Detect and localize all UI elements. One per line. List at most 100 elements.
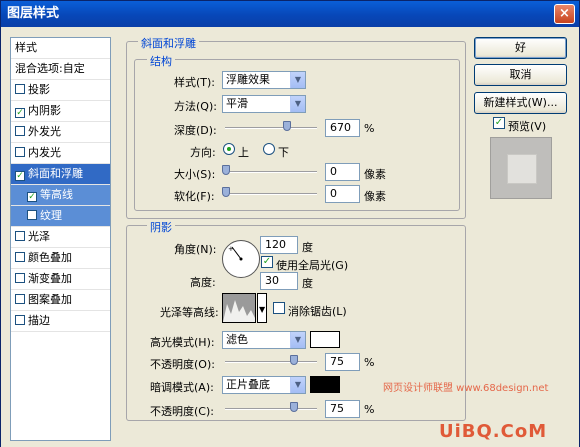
- window-title: 图层样式: [7, 6, 60, 21]
- checkbox-icon[interactable]: [15, 252, 25, 262]
- soften-slider-track[interactable]: [225, 193, 317, 195]
- direction-up-label: 上: [238, 146, 249, 159]
- depth-label: 深度(D):: [174, 124, 217, 137]
- cancel-button[interactable]: 取消: [474, 64, 567, 86]
- preview-label: 预览(V): [508, 120, 547, 133]
- global-light-checkbox[interactable]: ✓: [261, 256, 273, 268]
- technique-select-value: 平滑: [226, 97, 248, 110]
- altitude-unit: 度: [302, 277, 313, 290]
- angle-dial[interactable]: +: [222, 240, 260, 278]
- preview-checkbox[interactable]: ✓: [493, 117, 505, 129]
- soften-slider-thumb[interactable]: [222, 187, 230, 197]
- list-item-inner-glow[interactable]: 内发光: [11, 143, 110, 164]
- ok-button[interactable]: 好: [474, 37, 567, 59]
- style-select[interactable]: 浮雕效果 ▼: [222, 71, 306, 89]
- checkbox-icon[interactable]: [15, 315, 25, 325]
- list-item-label: 内发光: [28, 146, 61, 159]
- list-item-texture[interactable]: 纹理: [11, 206, 110, 227]
- soften-unit: 像素: [364, 190, 386, 203]
- list-item-pattern-overlay[interactable]: 图案叠加: [11, 290, 110, 311]
- size-unit: 像素: [364, 168, 386, 181]
- chevron-down-icon[interactable]: ▼: [290, 96, 305, 112]
- checkbox-icon[interactable]: [15, 231, 25, 241]
- highlight-color-swatch[interactable]: [310, 331, 340, 348]
- watermark-logo-text: UiBQ.CoM: [439, 421, 548, 442]
- chevron-down-icon[interactable]: ▼: [290, 332, 305, 348]
- highlight-opacity-track[interactable]: [225, 361, 317, 363]
- chevron-down-icon[interactable]: ▼: [290, 72, 305, 88]
- list-item-drop-shadow[interactable]: 投影: [11, 80, 110, 101]
- checkbox-icon[interactable]: [15, 273, 25, 283]
- shadow-opacity-track[interactable]: [225, 408, 317, 410]
- angle-unit: 度: [302, 241, 313, 254]
- gloss-contour-label: 光泽等高线:: [160, 306, 219, 319]
- altitude-input[interactable]: 30: [260, 272, 298, 290]
- checkbox-checked-icon[interactable]: ✓: [15, 108, 25, 118]
- size-label: 大小(S):: [174, 168, 216, 181]
- list-item-label: 内阴影: [28, 104, 61, 117]
- shadow-opacity-label: 不透明度(C):: [150, 405, 214, 418]
- list-item-label: 等高线: [40, 188, 73, 201]
- size-input[interactable]: 0: [325, 163, 360, 181]
- list-item-inner-shadow[interactable]: ✓ 内阴影: [11, 101, 110, 122]
- chevron-down-icon[interactable]: ▼: [290, 377, 305, 393]
- svg-text:+: +: [228, 245, 234, 253]
- list-item-contour[interactable]: ✓ 等高线: [11, 185, 110, 206]
- style-list-header[interactable]: 样式: [11, 38, 110, 59]
- direction-label: 方向:: [190, 146, 216, 159]
- list-item-gradient-overlay[interactable]: 渐变叠加: [11, 269, 110, 290]
- list-item-bevel-emboss[interactable]: ✓ 斜面和浮雕: [11, 164, 110, 185]
- new-style-button[interactable]: 新建样式(W)...: [474, 92, 567, 114]
- style-preview-sample: [507, 154, 537, 184]
- shadow-mode-select[interactable]: 正片叠底 ▼: [222, 376, 306, 394]
- checkbox-icon[interactable]: [15, 126, 25, 136]
- close-button[interactable]: ×: [554, 4, 575, 24]
- list-item-blending-options[interactable]: 混合选项:自定: [11, 59, 110, 80]
- shadow-opacity-input[interactable]: 75: [325, 400, 360, 418]
- list-item-label: 纹理: [40, 209, 62, 222]
- checkbox-icon[interactable]: [15, 294, 25, 304]
- list-item-label: 斜面和浮雕: [28, 167, 83, 180]
- shadow-opacity-unit: %: [364, 403, 375, 416]
- contour-picker-button[interactable]: ▼: [257, 293, 267, 323]
- list-item-label: 外发光: [28, 125, 61, 138]
- gloss-contour-preview[interactable]: [222, 293, 256, 323]
- style-label: 样式(T):: [174, 76, 216, 89]
- list-item-color-overlay[interactable]: 颜色叠加: [11, 248, 110, 269]
- checkbox-checked-icon[interactable]: ✓: [15, 171, 25, 181]
- style-select-value: 浮雕效果: [226, 73, 270, 86]
- direction-down-radio[interactable]: [263, 143, 275, 155]
- shadow-mode-value: 正片叠底: [226, 378, 270, 391]
- depth-slider-thumb[interactable]: [282, 121, 291, 131]
- highlight-opacity-thumb[interactable]: [290, 355, 298, 365]
- size-slider-thumb[interactable]: [222, 165, 230, 175]
- size-slider-track[interactable]: [225, 171, 317, 173]
- highlight-opacity-input[interactable]: 75: [325, 353, 360, 371]
- style-preview-swatch: [490, 137, 552, 199]
- title-bar[interactable]: 图层样式 ×: [1, 1, 579, 27]
- list-item-stroke[interactable]: 描边: [11, 311, 110, 332]
- checkbox-icon[interactable]: [27, 210, 37, 220]
- anti-aliased-label: 消除锯齿(L): [288, 305, 347, 318]
- depth-slider-track[interactable]: [225, 127, 317, 129]
- style-list: 样式 混合选项:自定 投影 ✓ 内阴影 外发光 内发光 ✓ 斜面和浮雕 ✓ 等高线 纹…: [10, 37, 111, 441]
- structure-title: 结构: [147, 53, 175, 69]
- list-item-label: 图案叠加: [28, 293, 72, 306]
- depth-input[interactable]: 670: [325, 119, 360, 137]
- watermark-text: 网页设计师联盟 www.68design.net: [383, 383, 549, 394]
- technique-select[interactable]: 平滑 ▼: [222, 95, 306, 113]
- soften-input[interactable]: 0: [325, 185, 360, 203]
- list-item-satin[interactable]: 光泽: [11, 227, 110, 248]
- direction-up-radio[interactable]: [223, 143, 235, 155]
- anti-aliased-checkbox[interactable]: [273, 302, 285, 314]
- shadow-opacity-thumb[interactable]: [290, 402, 298, 412]
- list-item-outer-glow[interactable]: 外发光: [11, 122, 110, 143]
- contour-curve-graphic: [223, 300, 255, 322]
- highlight-mode-select[interactable]: 滤色 ▼: [222, 331, 306, 349]
- checkbox-icon[interactable]: [15, 147, 25, 157]
- checkbox-icon[interactable]: [15, 84, 25, 94]
- angle-input[interactable]: 120: [260, 236, 298, 254]
- checkbox-checked-icon[interactable]: ✓: [27, 192, 37, 202]
- highlight-opacity-label: 不透明度(O):: [150, 358, 215, 371]
- shadow-color-swatch[interactable]: [310, 376, 340, 393]
